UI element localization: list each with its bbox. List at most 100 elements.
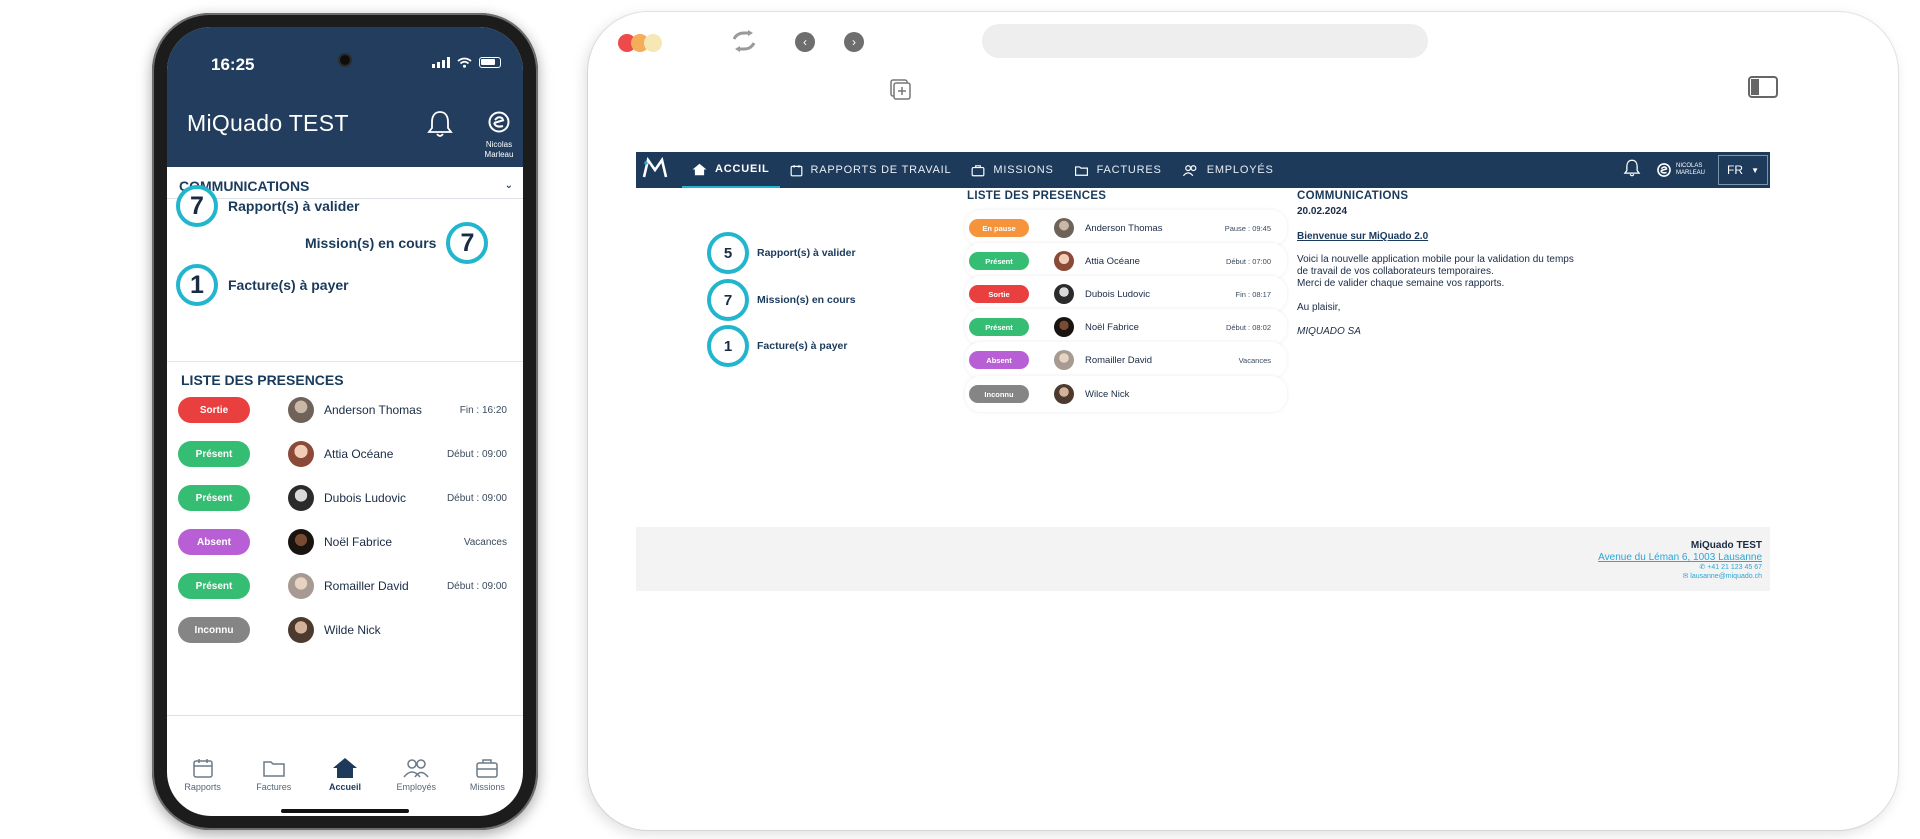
bottom-nav-label: Accueil <box>329 782 362 792</box>
presence-row[interactable]: Présent Attia Océane Début : 09:00 <box>175 432 515 476</box>
divider <box>167 715 523 716</box>
nav-rapports[interactable]: RAPPORTS DE TRAVAIL <box>780 152 962 188</box>
status-pill: Absent <box>969 351 1029 369</box>
maximize-dot-icon[interactable] <box>644 34 662 52</box>
counter-invoices[interactable]: 1 Facture(s) à payer <box>176 264 349 306</box>
avatar <box>1054 350 1074 370</box>
presence-row[interactable]: Inconnu Wilde Nick <box>175 608 515 652</box>
notification-bell-icon[interactable] <box>426 109 454 144</box>
user-name: NICOLAS MARLEAU <box>1676 163 1706 176</box>
presence-row[interactable]: Absent Noël Fabrice Vacances <box>175 520 515 564</box>
briefcase-icon <box>972 164 985 176</box>
presence-row[interactable]: Absent Romailler David Vacances <box>965 342 1287 378</box>
user-profile[interactable]: NICOLAS MARLEAU <box>1657 163 1708 177</box>
presence-row[interactable]: Présent Romailler David Début : 09:00 <box>175 564 515 608</box>
footer-email[interactable]: ✉ lausanne@miquado.ch <box>636 572 1762 581</box>
forward-button[interactable]: › <box>844 32 864 52</box>
footer-phone[interactable]: ✆ +41 21 123 45 67 <box>636 563 1762 572</box>
footer-email-text: lausanne@miquado.ch <box>1690 573 1762 580</box>
phone-device: 16:25 MiQuado TEST Nicolas Marleau COMMU… <box>152 13 538 830</box>
presence-row[interactable]: Sortie Dubois Ludovic Fin : 08:17 <box>965 276 1287 312</box>
counter-badge: 1 <box>176 264 218 306</box>
avatar <box>288 617 314 643</box>
counter-badge: 7 <box>176 185 218 227</box>
communication-headline-link[interactable]: Bienvenue sur MiQuado 2.0 <box>1297 231 1627 242</box>
employee-name: Romailler David <box>324 579 409 593</box>
notification-bell-icon[interactable] <box>1623 158 1641 183</box>
sidebar-toggle-icon[interactable] <box>1748 76 1778 103</box>
new-tab-icon[interactable] <box>889 78 913 107</box>
footer-address-link[interactable]: Avenue du Léman 6, 1003 Lausanne <box>636 552 1762 563</box>
bottom-nav-label: Rapports <box>184 782 221 792</box>
presence-row[interactable]: Présent Attia Océane Début : 07:00 <box>965 243 1287 279</box>
nav-missions[interactable]: MISSIONS <box>961 152 1063 188</box>
nav-label: FACTURES <box>1096 164 1162 176</box>
phone-header: 16:25 MiQuado TEST Nicolas Marleau <box>167 27 523 167</box>
counter-missions[interactable]: 7 Mission(s) en cours <box>707 279 856 321</box>
counter-reports[interactable]: 7 Rapport(s) à valider <box>176 185 359 227</box>
address-bar[interactable] <box>982 24 1428 58</box>
presence-info: Début : 09:00 <box>446 580 507 592</box>
counter-label: Mission(s) en cours <box>305 235 437 251</box>
presences-title: LISTE DES PRESENCES <box>967 190 1107 202</box>
divider <box>167 361 523 362</box>
communication-signature: MIQUADO SA <box>1297 326 1361 337</box>
presence-row[interactable]: Sortie Anderson Thomas Fin : 16:20 <box>175 388 515 432</box>
presence-row[interactable]: Présent Noël Fabrice Début : 08:02 <box>965 309 1287 345</box>
bottom-nav-factures[interactable]: Factures <box>238 757 309 803</box>
wifi-icon <box>457 57 472 68</box>
counter-badge: 1 <box>707 325 749 367</box>
home-icon <box>333 758 357 778</box>
footer-company: MiQuado TEST <box>1690 540 1762 551</box>
battery-icon <box>479 57 501 68</box>
counter-invoices[interactable]: 1 Facture(s) à payer <box>707 325 847 367</box>
body-line: Voici la nouvelle application mobile pou… <box>1297 254 1574 265</box>
sync-icon[interactable] <box>730 30 758 57</box>
presence-row[interactable]: Présent Dubois Ludovic Début : 09:00 <box>175 476 515 520</box>
presence-row[interactable]: En pause Anderson Thomas Pause : 09:45 <box>965 210 1287 246</box>
chevron-down-icon: ⌄ <box>504 180 513 191</box>
status-pill: Sortie <box>969 285 1029 303</box>
counter-label: Facture(s) à payer <box>757 340 848 352</box>
avatar <box>1054 218 1074 238</box>
counter-badge: 7 <box>707 279 749 321</box>
app-title: MiQuado TEST <box>187 110 349 136</box>
avatar <box>1054 384 1074 404</box>
top-navigation: ACCUEIL RAPPORTS DE TRAVAIL MISSIONS FAC… <box>636 152 1770 188</box>
web-app: ACCUEIL RAPPORTS DE TRAVAIL MISSIONS FAC… <box>636 152 1770 591</box>
home-icon <box>692 163 707 175</box>
calendar-icon <box>192 759 213 778</box>
nav-accueil[interactable]: ACCUEIL <box>682 152 780 188</box>
counter-missions[interactable]: Mission(s) en cours 7 <box>305 222 489 264</box>
bottom-nav-label: Missions <box>469 782 505 792</box>
bottom-navigation: Rapports Factures Accueil Employés Missi… <box>167 757 523 803</box>
calendar-icon <box>790 164 802 176</box>
employee-name: Noël Fabrice <box>1085 321 1139 333</box>
back-button[interactable]: ‹ <box>795 32 815 52</box>
counter-label: Mission(s) en cours <box>757 294 856 306</box>
bottom-nav-accueil[interactable]: Accueil <box>309 757 380 803</box>
presence-row[interactable]: Inconnu Wilce Nick <box>965 376 1287 412</box>
presence-info: Fin : 16:20 <box>459 404 507 416</box>
user-profile[interactable]: Nicolas Marleau <box>479 111 519 160</box>
window-controls <box>618 34 662 52</box>
bottom-nav-employes[interactable]: Employés <box>381 757 452 803</box>
body-line: Merci de valider chaque semaine vos rapp… <box>1297 278 1505 289</box>
language-select[interactable]: FR ▼ <box>1718 155 1768 185</box>
employee-name: Dubois Ludovic <box>1085 288 1150 300</box>
user-logo-icon <box>488 111 510 133</box>
presence-info: Début : 09:00 <box>446 492 507 504</box>
counter-reports[interactable]: 5 Rapport(s) à valider <box>707 232 856 274</box>
users-icon <box>403 759 429 778</box>
status-pill: Présent <box>178 441 250 467</box>
miquado-logo-icon[interactable] <box>642 156 668 184</box>
status-pill: Inconnu <box>969 385 1029 403</box>
screenshot-stage: 16:25 MiQuado TEST Nicolas Marleau COMMU… <box>0 0 1920 839</box>
bottom-nav-missions[interactable]: Missions <box>452 757 523 803</box>
bottom-nav-rapports[interactable]: Rapports <box>167 757 238 803</box>
home-indicator[interactable] <box>281 809 409 813</box>
signal-icon <box>432 57 450 68</box>
phone-screen: 16:25 MiQuado TEST Nicolas Marleau COMMU… <box>167 27 523 816</box>
nav-factures[interactable]: FACTURES <box>1064 152 1172 188</box>
nav-employes[interactable]: EMPLOYÉS <box>1172 152 1284 188</box>
